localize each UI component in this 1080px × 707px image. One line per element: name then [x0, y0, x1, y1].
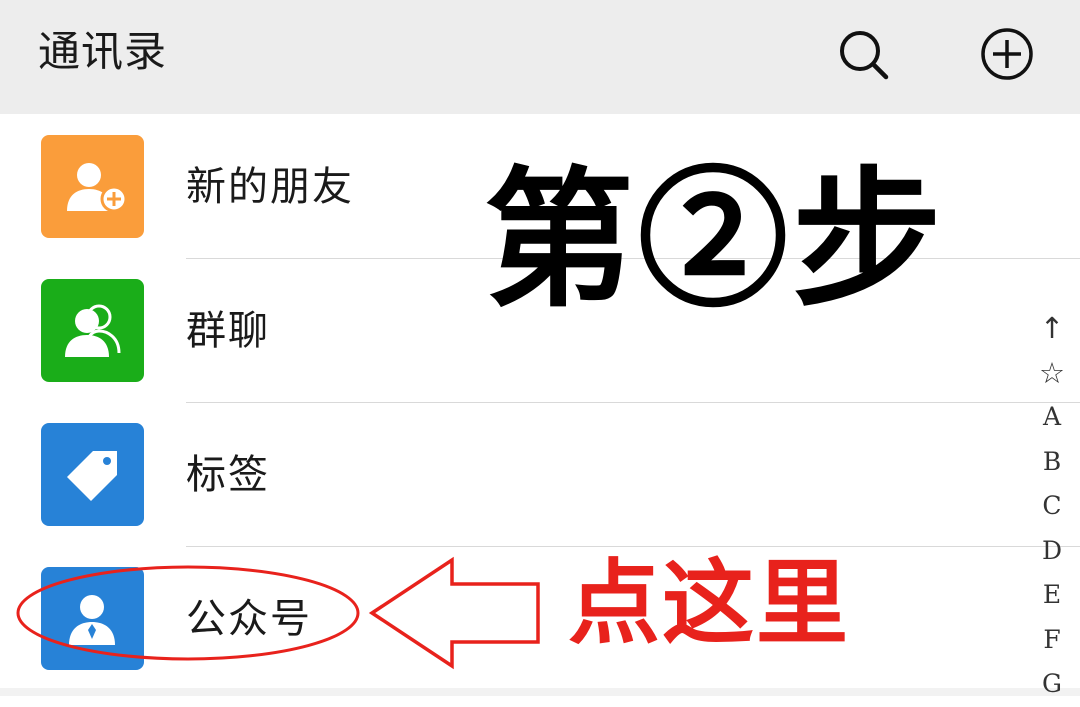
tags-item[interactable]: 标签	[0, 403, 1080, 547]
alphabet-index[interactable]: ↑ ☆ A B C D E F G	[1030, 306, 1074, 707]
bottom-divider	[0, 688, 1080, 696]
tag-icon	[41, 423, 144, 526]
index-top[interactable]: ↑	[1030, 306, 1074, 351]
new-friends-label: 新的朋友	[186, 164, 354, 210]
page-title: 通讯录	[38, 27, 168, 76]
group-chats-label: 群聊	[186, 308, 270, 354]
add-button[interactable]	[980, 27, 1034, 81]
index-d[interactable]: D	[1030, 529, 1074, 574]
group-chat-icon	[41, 279, 144, 382]
official-accounts-label: 公众号	[186, 596, 312, 642]
search-icon	[840, 31, 889, 80]
index-star[interactable]: ☆	[1030, 351, 1074, 396]
step-annotation: 第②步	[484, 152, 947, 328]
add-friend-icon	[41, 135, 144, 238]
top-bar: 通讯录	[0, 0, 1080, 114]
index-c[interactable]: C	[1030, 484, 1074, 529]
click-here-annotation: 点这里	[568, 550, 851, 657]
index-f[interactable]: F	[1030, 618, 1074, 663]
index-e[interactable]: E	[1030, 573, 1074, 618]
tags-label: 标签	[186, 452, 270, 498]
search-button[interactable]	[836, 27, 890, 81]
index-a[interactable]: A	[1030, 395, 1074, 440]
index-b[interactable]: B	[1030, 440, 1074, 485]
official-account-icon	[41, 567, 144, 670]
official-accounts-item[interactable]: 公众号	[0, 547, 1080, 691]
index-g[interactable]: G	[1030, 662, 1074, 707]
add-circle-icon	[981, 28, 1033, 80]
